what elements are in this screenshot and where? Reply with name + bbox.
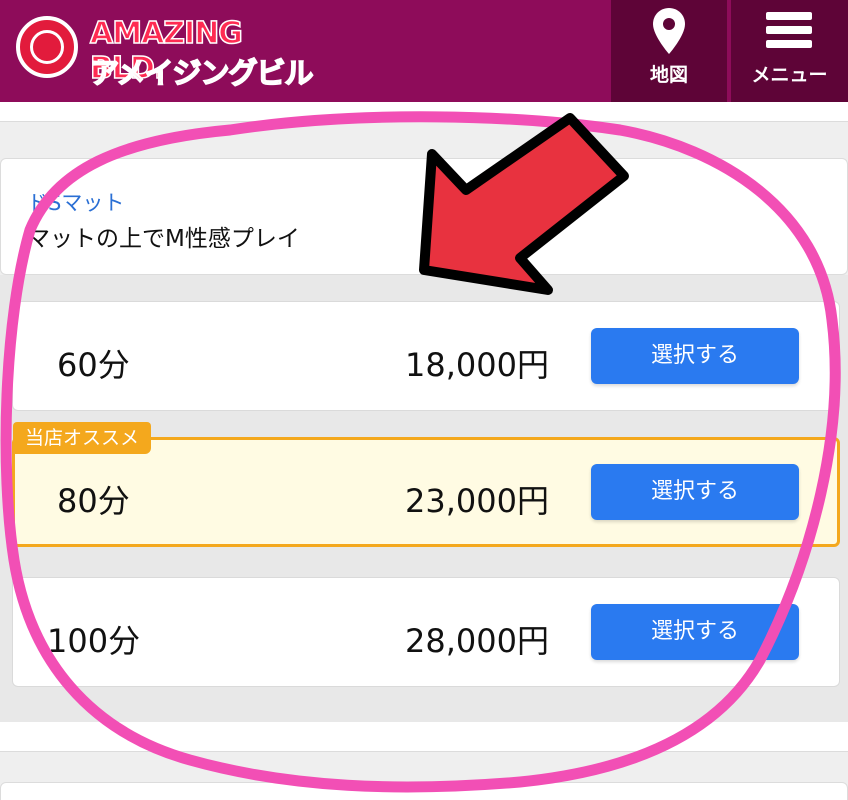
recommended-badge: 当店オススメ [13, 422, 152, 454]
next-course-card [0, 782, 848, 800]
select-button-60[interactable]: 選択する [591, 328, 799, 384]
select-button-80[interactable]: 選択する [591, 464, 799, 520]
map-button-label: 地図 [649, 64, 688, 86]
course-card: ドSマット マットの上でM性感プレイ [0, 158, 848, 275]
price-row-60: 60分 18,000円 選択する [12, 301, 840, 411]
duration-label: 100分 [47, 622, 141, 660]
next-card [0, 722, 848, 752]
course-description: マットの上でM性感プレイ [27, 226, 300, 252]
price-label: 23,000円 [405, 482, 549, 520]
logo-emblem-icon [16, 16, 78, 78]
select-button-100[interactable]: 選択する [591, 604, 799, 660]
course-name: ドSマット [27, 191, 125, 215]
price-row-100: 100分 28,000円 選択する [12, 577, 840, 687]
menu-button-label: メニュー [751, 64, 828, 86]
price-label: 28,000円 [405, 622, 549, 660]
map-button[interactable]: 地図 [611, 0, 727, 102]
main-content: ドSマット マットの上でM性感プレイ 60分 18,000円 選択する 当店オス… [0, 102, 848, 800]
price-row-80-recommended: 当店オススメ 80分 23,000円 選択する [12, 422, 840, 547]
site-logo[interactable]: AMAZING BLD. アメイジングビル [14, 10, 314, 92]
site-header: AMAZING BLD. アメイジングビル 地図 メニュー [0, 0, 848, 102]
logo-text-ja: アメイジングビル [89, 55, 314, 91]
map-pin-icon [653, 8, 685, 54]
duration-label: 60分 [57, 346, 130, 384]
price-list: 60分 18,000円 選択する 当店オススメ 80分 23,000円 選択する… [0, 275, 848, 725]
menu-button[interactable]: メニュー [731, 0, 848, 102]
duration-label: 80分 [57, 482, 130, 520]
hamburger-menu-icon [766, 12, 812, 52]
previous-card [0, 102, 848, 122]
price-label: 18,000円 [405, 346, 549, 384]
